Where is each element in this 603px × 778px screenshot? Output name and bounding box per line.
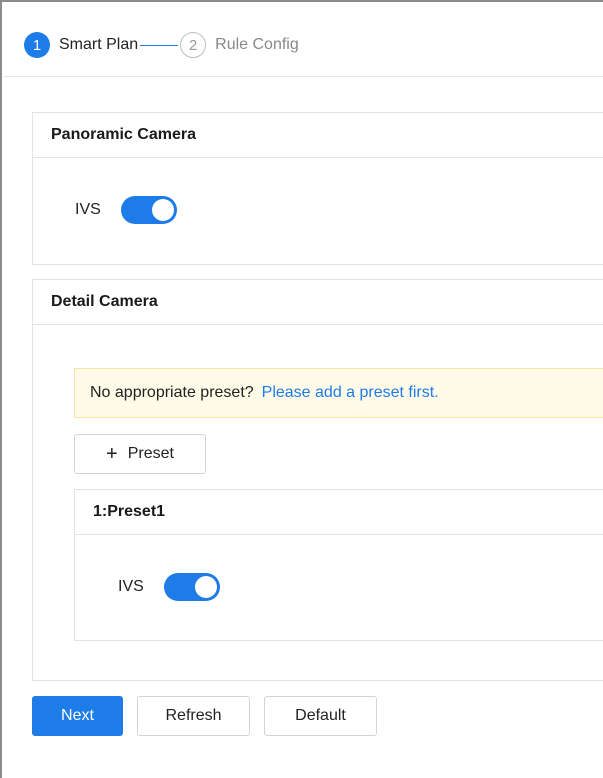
- toggle-knob: [194, 576, 217, 598]
- step-1-label: Smart Plan: [59, 36, 139, 53]
- add-preset-label: Preset: [127, 445, 174, 462]
- step-1-circle: 1: [24, 32, 50, 58]
- notice-text: No appropriate preset?: [90, 384, 254, 401]
- preset-ivs-toggle[interactable]: [163, 573, 220, 601]
- preset-card: 1:Preset1 IVS: [74, 489, 603, 641]
- preset-notice: No appropriate preset? Please add a pres…: [74, 368, 603, 418]
- stepper: 1 Smart Plan 2 Rule Config: [24, 30, 299, 60]
- panoramic-ivs-toggle[interactable]: [120, 196, 177, 224]
- plus-icon: +: [106, 443, 118, 465]
- header-divider: [4, 76, 603, 77]
- panoramic-camera-title: Panoramic Camera: [33, 113, 603, 158]
- add-preset-link[interactable]: Please add a preset first.: [262, 384, 439, 402]
- panoramic-ivs-row: IVS: [75, 196, 177, 224]
- step-connector: [140, 44, 179, 46]
- panoramic-ivs-label: IVS: [75, 201, 101, 218]
- add-preset-button[interactable]: + Preset: [74, 434, 206, 474]
- step-2-circle: 2: [180, 32, 207, 58]
- toggle-knob: [151, 199, 174, 221]
- default-button[interactable]: Default: [264, 696, 377, 736]
- preset-ivs-label: IVS: [118, 578, 144, 595]
- config-panel: 1 Smart Plan 2 Rule Config Panoramic Cam…: [0, 0, 603, 778]
- detail-camera-title: Detail Camera: [33, 280, 603, 325]
- preset-ivs-row: IVS: [118, 573, 220, 601]
- step-2-label: Rule Config: [215, 36, 299, 53]
- refresh-button[interactable]: Refresh: [137, 696, 250, 736]
- preset-title: 1:Preset1: [75, 490, 603, 535]
- next-button[interactable]: Next: [32, 696, 123, 736]
- panoramic-camera-card: Panoramic Camera IVS: [32, 112, 603, 265]
